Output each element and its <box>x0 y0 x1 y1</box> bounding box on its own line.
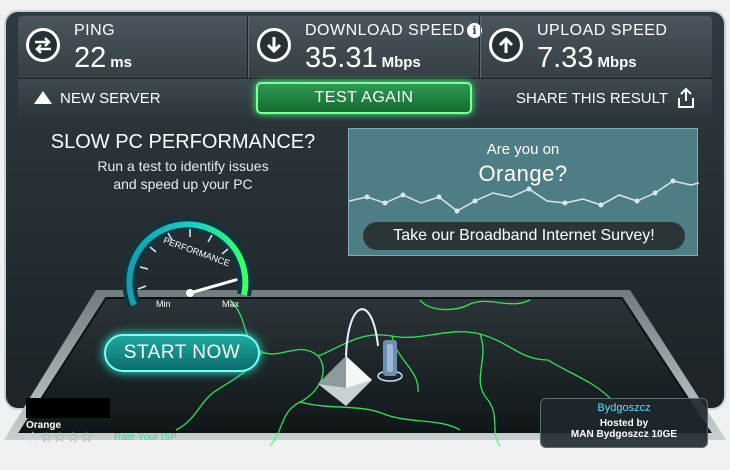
ping-label: PING <box>74 22 116 39</box>
stats-bar: PING 22 ms DOWNLOAD SPEED i 35.31 Mbps UPL… <box>18 16 712 78</box>
server-host: MAN Bydgoszcz 10GE <box>570 429 678 440</box>
download-label: DOWNLOAD SPEED <box>305 22 465 39</box>
star-icon[interactable]: ☆ <box>39 429 52 446</box>
ping-stat: PING 22 ms <box>18 16 248 78</box>
share-result-button[interactable]: SHARE THIS RESULT <box>516 87 696 109</box>
server-city: Bydgoszcz <box>597 402 651 414</box>
hosted-by-label: Hosted by <box>599 418 649 429</box>
ping-value: 22 ms <box>74 42 132 74</box>
promo-subtitle: Run a test to identify issues and speed … <box>18 157 348 193</box>
isp-rating-stars[interactable]: ☆☆☆☆☆ <box>26 428 93 446</box>
upload-stat: UPLOAD SPEED 7.33 Mbps <box>480 16 712 78</box>
isp-redacted-block <box>26 398 110 418</box>
survey-graph-decoration <box>349 178 699 214</box>
star-icon[interactable]: ☆ <box>80 429 93 446</box>
gauge-min-label: Min <box>156 299 171 309</box>
take-survey-button[interactable]: Take our Broadband Internet Survey! <box>363 222 685 250</box>
server-info: Bydgoszcz Hosted by MAN Bydgoszcz 10GE <box>540 398 708 448</box>
share-label: SHARE THIS RESULT <box>516 89 668 107</box>
upload-value: 7.33 Mbps <box>537 42 637 74</box>
download-stat: DOWNLOAD SPEED i 35.31 Mbps <box>248 16 482 78</box>
download-value: 35.31 Mbps <box>305 42 421 74</box>
server-triangle-icon <box>34 91 52 104</box>
rate-isp-link[interactable]: Rate Your ISP <box>114 432 177 443</box>
isp-survey-panel: Are you on Orange? Take our Broadband In… <box>348 128 699 256</box>
upload-unit: Mbps <box>597 54 637 71</box>
action-bar: NEW SERVER TEST AGAIN SHARE THIS RESULT <box>18 78 712 118</box>
promo-line-1: Run a test to identify issues <box>97 158 269 174</box>
new-server-label: NEW SERVER <box>60 89 161 107</box>
gauge-needle <box>188 278 238 295</box>
ping-icon <box>26 28 60 62</box>
upload-label: UPLOAD SPEED <box>537 22 668 39</box>
download-icon <box>257 28 291 62</box>
pc-performance-promo: SLOW PC PERFORMANCE? Run a test to ident… <box>18 119 348 309</box>
performance-gauge: PERFORMANCE Min Max <box>122 217 253 309</box>
ping-unit: ms <box>110 54 132 71</box>
star-icon[interactable]: ☆ <box>53 429 66 446</box>
isp-info: Orange ☆☆☆☆☆ Rate Your ISP <box>22 398 214 448</box>
promo-line-2: and speed up your PC <box>113 176 253 192</box>
promo-title: SLOW PC PERFORMANCE? <box>50 131 316 153</box>
download-unit: Mbps <box>381 54 421 71</box>
start-now-button[interactable]: START NOW <box>104 334 260 372</box>
share-icon <box>678 87 694 108</box>
gauge-max-label: Max <box>222 299 240 309</box>
upload-icon <box>489 28 523 62</box>
test-again-button[interactable]: TEST AGAIN <box>256 82 472 114</box>
survey-question-line-1: Are you on <box>486 141 560 158</box>
star-icon[interactable]: ☆ <box>66 429 79 446</box>
star-icon[interactable]: ☆ <box>26 429 39 446</box>
new-server-button[interactable]: NEW SERVER <box>32 89 161 107</box>
